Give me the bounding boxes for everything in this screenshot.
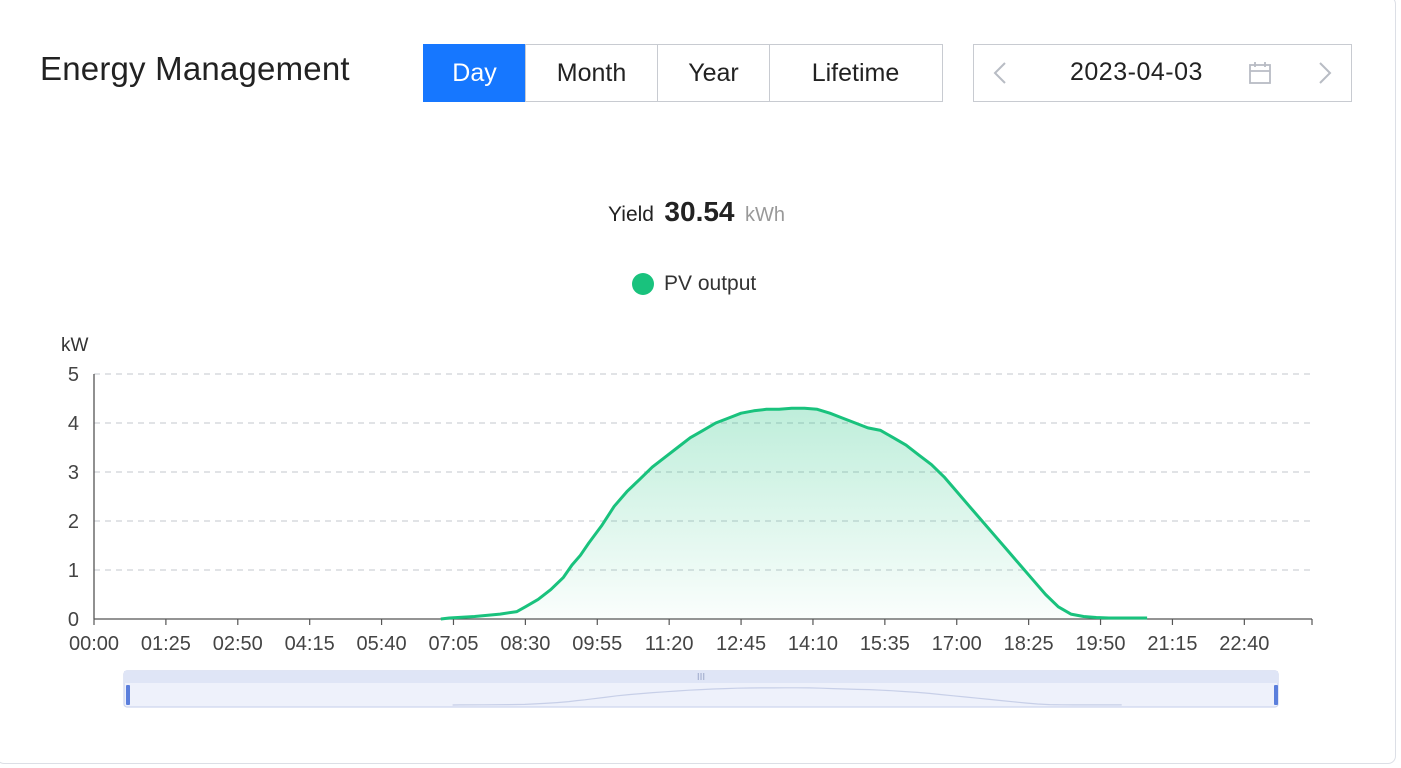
x-tick-label: 12:45	[716, 633, 766, 655]
zoom-handle-end[interactable]	[1274, 685, 1278, 705]
x-tick-label: 01:25	[141, 633, 191, 655]
x-tick-label: 21:15	[1147, 633, 1197, 655]
x-tick-label: 22:40	[1219, 633, 1269, 655]
y-tick-label: 5	[68, 364, 79, 386]
x-tick-label: 17:00	[932, 633, 982, 655]
x-tick-label: 04:15	[285, 633, 335, 655]
x-tick-label: 11:20	[645, 633, 694, 655]
x-tick-label: 00:00	[69, 633, 119, 655]
y-tick-label: 2	[68, 511, 79, 533]
x-tick-label: 02:50	[213, 633, 263, 655]
y-tick-label: 3	[68, 462, 79, 484]
x-tick-label: 18:25	[1004, 633, 1054, 655]
x-tick-label: 08:30	[500, 633, 550, 655]
x-tick-label: 15:35	[860, 633, 910, 655]
x-tick-label: 07:05	[428, 633, 478, 655]
pv-output-chart: 0 1 2 3 4 5 00:00 01:25 02:50 04:15 05:40 07:05 08:3…	[68, 364, 1313, 708]
x-tick-label: 09:55	[572, 633, 622, 655]
x-tick-label: 19:50	[1076, 633, 1126, 655]
y-tick-label: 1	[68, 560, 79, 582]
y-tick-label: 0	[68, 609, 79, 631]
x-tick-label: 05:40	[357, 633, 407, 655]
y-tick-label: 4	[68, 413, 79, 435]
zoom-slider-grip: III	[697, 672, 705, 683]
x-tick-label: 14:10	[788, 633, 838, 655]
zoom-handle-start[interactable]	[126, 685, 130, 705]
